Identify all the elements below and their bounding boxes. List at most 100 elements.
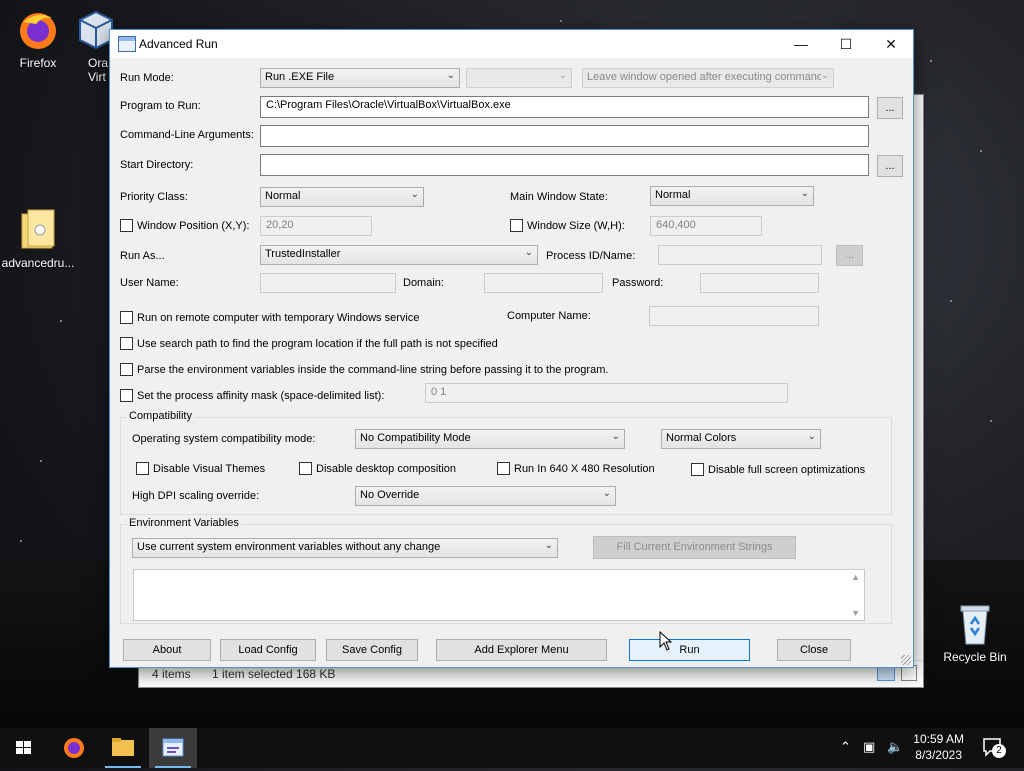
process-id-input[interactable]: [658, 245, 822, 265]
affinity-mask-input[interactable]: 0 1: [425, 383, 788, 403]
checkbox-label: Parse the environment variables inside t…: [137, 364, 609, 376]
parse-env-checkbox[interactable]: Parse the environment variables inside t…: [120, 363, 608, 377]
checkbox-box: [299, 462, 312, 475]
chevron-down-icon: ⌄: [820, 70, 829, 81]
color-mode-select[interactable]: Normal Colors ⌄: [661, 429, 821, 449]
close-button[interactable]: Close: [777, 639, 851, 661]
high-dpi-value: No Override: [360, 489, 420, 501]
choose-process-button[interactable]: ...: [836, 245, 863, 266]
browse-directory-button[interactable]: ...: [877, 155, 903, 177]
env-mode-select[interactable]: Use current system environment variables…: [132, 538, 558, 558]
title-bar[interactable]: Advanced Run — ☐ ✕: [110, 30, 913, 58]
checkbox-box: [136, 462, 149, 475]
user-name-input[interactable]: [260, 273, 396, 293]
checkbox-label: Disable full screen optimizations: [708, 464, 866, 476]
main-window-state-select[interactable]: Normal ⌄: [650, 186, 814, 206]
add-explorer-menu-button[interactable]: Add Explorer Menu: [436, 639, 607, 661]
desktop-icon-firefox[interactable]: Firefox: [0, 8, 76, 70]
environment-group-title: Environment Variables: [127, 517, 241, 529]
desktop-icon-label: advancedru...: [1, 256, 75, 270]
firefox-icon: [64, 738, 84, 758]
main-window-state-label: Main Window State:: [510, 191, 608, 203]
checkbox-label: Run In 640 X 480 Resolution: [514, 463, 655, 475]
maximize-button[interactable]: ☐: [823, 30, 869, 58]
notification-center-button[interactable]: 2: [980, 736, 1008, 760]
app-icon: [162, 738, 184, 757]
priority-class-select[interactable]: Normal ⌄: [260, 187, 424, 207]
os-compat-label: Operating system compatibility mode:: [132, 433, 316, 445]
clock[interactable]: 10:59 AM 8/3/2023: [913, 731, 964, 763]
about-button[interactable]: About: [123, 639, 211, 661]
chevron-down-icon: ⌄: [446, 70, 455, 81]
firefox-icon: [16, 8, 60, 52]
desktop-icon-recycle-bin[interactable]: Recycle Bin: [937, 602, 1013, 664]
fill-env-strings-button[interactable]: Fill Current Environment Strings: [593, 536, 796, 559]
recycle-bin-icon: [953, 602, 997, 646]
notification-count-badge: 2: [992, 744, 1006, 758]
user-name-label: User Name:: [120, 277, 179, 289]
scroll-down-icon[interactable]: ▼: [851, 608, 860, 618]
disable-fullscreen-opt-checkbox[interactable]: Disable full screen optimizations: [691, 463, 865, 477]
env-mode-value: Use current system environment variables…: [137, 541, 441, 553]
browse-program-button[interactable]: ...: [877, 97, 903, 119]
domain-label: Domain:: [403, 277, 444, 289]
checkbox-label: Set the process affinity mask (space-del…: [137, 390, 385, 402]
chevron-down-icon: ⌄: [544, 540, 553, 551]
run-button[interactable]: Run: [629, 639, 750, 661]
password-input[interactable]: [700, 273, 819, 293]
desktop-icon-label: Firefox: [19, 56, 57, 70]
close-window-button[interactable]: ✕: [868, 30, 914, 58]
desktop-icon-advancedrun-folder[interactable]: advancedru...: [0, 208, 76, 270]
run-640-checkbox[interactable]: Run In 640 X 480 Resolution: [497, 462, 655, 476]
domain-input[interactable]: [484, 273, 603, 293]
priority-label: Priority Class:: [120, 191, 188, 203]
affinity-checkbox[interactable]: Set the process affinity mask (space-del…: [120, 389, 384, 403]
save-config-button[interactable]: Save Config: [326, 639, 418, 661]
os-compat-select[interactable]: No Compatibility Mode ⌄: [355, 429, 625, 449]
start-button[interactable]: [0, 728, 48, 768]
os-compat-value: No Compatibility Mode: [360, 432, 471, 444]
checkbox-box: [497, 462, 510, 475]
command-line-args-input[interactable]: [260, 125, 869, 147]
leave-window-select[interactable]: Leave window opened after executing comm…: [582, 68, 834, 88]
process-id-label: Process ID/Name:: [546, 250, 636, 262]
show-hidden-icons-icon[interactable]: ⌃: [840, 739, 851, 755]
run-as-select[interactable]: TrustedInstaller ⌄: [260, 245, 538, 265]
disable-visual-themes-checkbox[interactable]: Disable Visual Themes: [136, 462, 265, 476]
search-path-checkbox[interactable]: Use search path to find the program loca…: [120, 337, 498, 351]
high-dpi-select[interactable]: No Override ⌄: [355, 486, 616, 506]
taskbar-advanced-run[interactable]: [149, 728, 197, 768]
chevron-down-icon: ⌄: [524, 247, 533, 258]
clock-time: 10:59 AM: [913, 732, 964, 746]
minimize-button[interactable]: —: [778, 30, 824, 58]
checkbox-label: Run on remote computer with temporary Wi…: [137, 312, 420, 324]
run-mode-extra-select[interactable]: ⌄: [466, 68, 572, 88]
taskbar-file-explorer[interactable]: [99, 728, 147, 768]
checkbox-box: [510, 219, 523, 232]
remote-computer-checkbox[interactable]: Run on remote computer with temporary Wi…: [120, 311, 419, 325]
checkbox-label: Window Position (X,Y):: [137, 220, 250, 232]
scroll-up-icon[interactable]: ▲: [851, 572, 860, 582]
computer-name-input[interactable]: [649, 306, 819, 326]
window-size-input[interactable]: 640,400: [650, 216, 762, 236]
load-config-button[interactable]: Load Config: [220, 639, 316, 661]
window-size-checkbox[interactable]: Window Size (W,H):: [510, 219, 625, 233]
args-label: Command-Line Arguments:: [120, 129, 254, 141]
volume-icon[interactable]: 🔈: [887, 739, 903, 755]
taskbar-firefox[interactable]: [50, 728, 98, 768]
run-mode-select[interactable]: Run .EXE File ⌄: [260, 68, 460, 88]
chevron-down-icon: ⌄: [800, 188, 809, 199]
chevron-down-icon: ⌄: [611, 431, 620, 442]
env-strings-textarea[interactable]: ▲ ▼: [133, 569, 865, 621]
checkbox-label: Disable desktop composition: [316, 463, 457, 475]
folder-icon: [16, 208, 60, 252]
resize-grip-icon[interactable]: [901, 655, 911, 665]
disable-composition-checkbox[interactable]: Disable desktop composition: [299, 462, 456, 476]
app-icon: [118, 36, 136, 52]
network-icon[interactable]: ▣: [863, 739, 875, 755]
window-position-checkbox[interactable]: Window Position (X,Y):: [120, 219, 249, 233]
main-state-value: Normal: [655, 189, 691, 201]
program-path-input[interactable]: C:\Program Files\Oracle\VirtualBox\Virtu…: [260, 96, 869, 118]
window-position-input[interactable]: 20,20: [260, 216, 372, 236]
start-directory-input[interactable]: [260, 154, 869, 176]
